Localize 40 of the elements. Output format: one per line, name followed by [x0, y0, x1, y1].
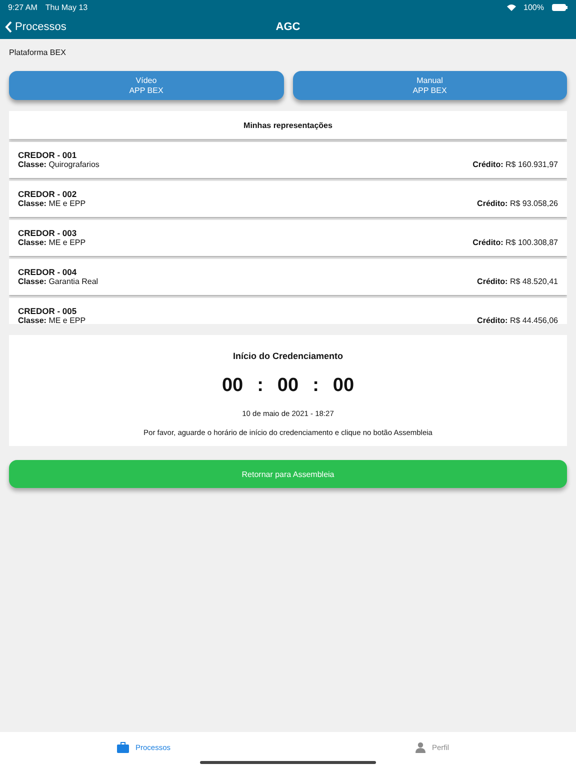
creditor-credit: Crédito: R$ 44.456,06 [477, 316, 558, 324]
status-time: 9:27 AM [8, 2, 38, 12]
creditor-credit: Crédito: R$ 48.520,41 [477, 277, 558, 286]
creditor-row[interactable]: CREDOR - 003 Classe: ME e EPP Crédito: R$ 100.308,87 [9, 220, 567, 256]
creditor-name: CREDOR - 003 [18, 228, 78, 238]
nav-title: AGC [276, 20, 300, 32]
timer-hours: 00 [222, 375, 244, 397]
creditor-row[interactable]: CREDOR - 005 Classe: ME e EPP Crédito: R$ 44.456,06 [9, 298, 567, 324]
creditor-class: Classe: ME e EPP [18, 238, 86, 247]
battery-icon [552, 4, 568, 10]
person-icon [414, 742, 426, 752]
resource-button[interactable]: Manual APP BEX [292, 71, 567, 100]
creditor-class: Classe: Garantia Real [18, 277, 98, 286]
creditor-credit: Crédito: R$ 160.931,97 [472, 160, 558, 169]
timer-seconds: 00 [332, 375, 354, 397]
creditor-name: CREDOR - 001 [18, 150, 78, 160]
timer-minutes: 00 [277, 375, 299, 397]
creditor-credit: Crédito: R$ 100.308,87 [472, 238, 558, 247]
creditor-row[interactable]: CREDOR - 002 Classe: ME e EPP Crédito: R$ 93.058,26 [9, 181, 567, 217]
wifi-icon [506, 4, 516, 10]
creditor-credit: Crédito: R$ 93.058,26 [477, 199, 558, 208]
list-header: Minhas representações [9, 111, 567, 139]
creditor-row[interactable]: CREDOR - 001 Classe: Quirografarios Crédito: R$ 160.931,97 [9, 142, 567, 178]
briefcase-icon [117, 742, 130, 752]
creditor-name: CREDOR - 002 [18, 189, 78, 199]
platform-label: Plataforma BEX [9, 48, 66, 57]
resource-button[interactable]: Vídeo APP BEX [9, 71, 284, 100]
creditor-name: CREDOR - 005 [18, 306, 78, 316]
creditor-class: Classe: ME e EPP [18, 199, 86, 208]
creditor-class: Classe: ME e EPP [18, 316, 86, 324]
back-button[interactable]: Processos [5, 20, 66, 32]
countdown-title: Início do Credenciamento [232, 351, 344, 361]
chevron-left-icon [5, 20, 12, 32]
battery-percent: 100% [524, 2, 544, 12]
timer-separator: : [257, 375, 264, 397]
creditor-row[interactable]: CREDOR - 004 Classe: Garantia Real Crédito: R$ 48.520,41 [9, 259, 567, 295]
creditor-name: CREDOR - 004 [18, 267, 78, 277]
timer-separator: : [312, 375, 319, 397]
creditor-class: Classe: Quirografarios [18, 160, 100, 169]
status-date: Thu May 13 [45, 2, 88, 12]
